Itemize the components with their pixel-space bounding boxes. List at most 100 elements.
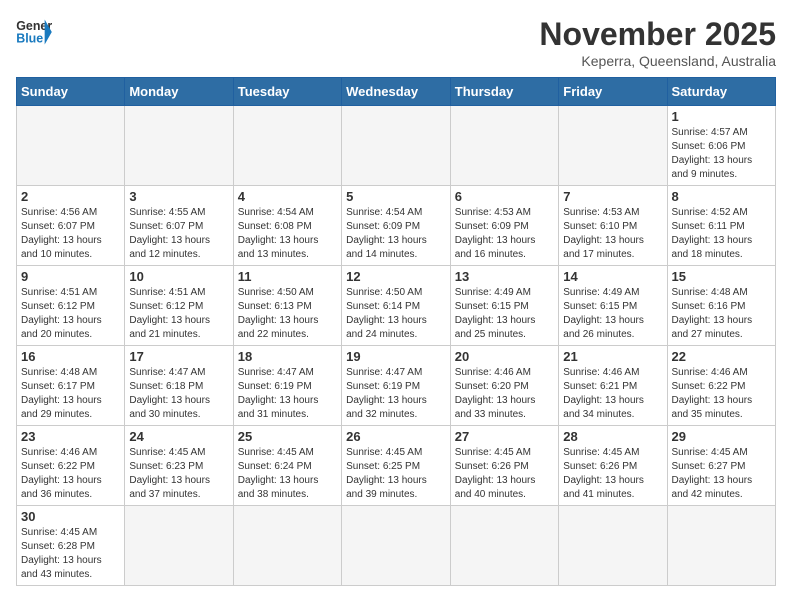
day-info: Sunrise: 4:55 AM Sunset: 6:07 PM Dayligh… (129, 206, 228, 262)
day-info: Sunrise: 4:47 AM Sunset: 6:19 PM Dayligh… (346, 366, 446, 422)
day-number: 22 (672, 349, 771, 364)
calendar-header-row: SundayMondayTuesdayWednesdayThursdayFrid… (17, 78, 776, 106)
calendar-day-cell: 5 Sunrise: 4:54 AM Sunset: 6:09 PM Daylig… (342, 186, 451, 266)
calendar-day-cell (342, 506, 451, 586)
calendar-day-cell: 3 Sunrise: 4:55 AM Sunset: 6:07 PM Daylig… (125, 186, 233, 266)
day-info: Sunrise: 4:45 AM Sunset: 6:24 PM Dayligh… (238, 446, 337, 502)
calendar: SundayMondayTuesdayWednesdayThursdayFrid… (16, 77, 776, 586)
day-info: Sunrise: 4:45 AM Sunset: 6:25 PM Dayligh… (346, 446, 446, 502)
day-info: Sunrise: 4:48 AM Sunset: 6:16 PM Dayligh… (672, 286, 771, 342)
day-info: Sunrise: 4:47 AM Sunset: 6:19 PM Dayligh… (238, 366, 337, 422)
calendar-day-cell: 28 Sunrise: 4:45 AM Sunset: 6:26 PM Dayli… (559, 426, 667, 506)
calendar-day-cell: 16Sunrise: 4:48 AM Sunset: 6:17 PM Dayli… (17, 346, 125, 426)
calendar-day-cell: 7Sunrise: 4:53 AM Sunset: 6:10 PM Daylig… (559, 186, 667, 266)
calendar-header-wednesday: Wednesday (342, 78, 451, 106)
calendar-day-cell (125, 506, 233, 586)
day-info: Sunrise: 4:52 AM Sunset: 6:11 PM Dayligh… (672, 206, 771, 262)
calendar-header-saturday: Saturday (667, 78, 775, 106)
day-info: Sunrise: 4:45 AM Sunset: 6:28 PM Dayligh… (21, 526, 120, 582)
day-number: 3 (129, 189, 228, 204)
day-info: Sunrise: 4:54 AM Sunset: 6:08 PM Dayligh… (238, 206, 337, 262)
day-info: Sunrise: 4:45 AM Sunset: 6:26 PM Dayligh… (455, 446, 554, 502)
day-info: Sunrise: 4:46 AM Sunset: 6:22 PM Dayligh… (21, 446, 120, 502)
day-info: Sunrise: 4:46 AM Sunset: 6:20 PM Dayligh… (455, 366, 554, 422)
calendar-day-cell: 30 Sunrise: 4:45 AM Sunset: 6:28 PM Dayli… (17, 506, 125, 586)
calendar-day-cell: 23 Sunrise: 4:46 AM Sunset: 6:22 PM Dayli… (17, 426, 125, 506)
calendar-day-cell: 9 Sunrise: 4:51 AM Sunset: 6:12 PM Daylig… (17, 266, 125, 346)
day-number: 28 (563, 429, 662, 444)
header: General Blue November 2025 Keperra, Quee… (16, 16, 776, 69)
calendar-day-cell (17, 106, 125, 186)
calendar-day-cell: 21Sunrise: 4:46 AM Sunset: 6:21 PM Dayli… (559, 346, 667, 426)
day-number: 11 (238, 269, 337, 284)
day-info: Sunrise: 4:45 AM Sunset: 6:23 PM Dayligh… (129, 446, 228, 502)
day-number: 21 (563, 349, 662, 364)
day-number: 1 (672, 109, 771, 124)
calendar-header-tuesday: Tuesday (233, 78, 341, 106)
day-number: 2 (21, 189, 120, 204)
day-info: Sunrise: 4:49 AM Sunset: 6:15 PM Dayligh… (455, 286, 554, 342)
day-number: 26 (346, 429, 446, 444)
calendar-week-row: 2 Sunrise: 4:56 AM Sunset: 6:07 PM Daylig… (17, 186, 776, 266)
calendar-day-cell (450, 106, 558, 186)
calendar-week-row: 9 Sunrise: 4:51 AM Sunset: 6:12 PM Daylig… (17, 266, 776, 346)
day-number: 18 (238, 349, 337, 364)
day-number: 23 (21, 429, 120, 444)
day-number: 15 (672, 269, 771, 284)
day-info: Sunrise: 4:45 AM Sunset: 6:27 PM Dayligh… (672, 446, 771, 502)
day-info: Sunrise: 4:50 AM Sunset: 6:13 PM Dayligh… (238, 286, 337, 342)
day-number: 30 (21, 509, 120, 524)
calendar-day-cell: 17 Sunrise: 4:47 AM Sunset: 6:18 PM Dayli… (125, 346, 233, 426)
day-number: 27 (455, 429, 554, 444)
day-number: 25 (238, 429, 337, 444)
calendar-day-cell: 4 Sunrise: 4:54 AM Sunset: 6:08 PM Daylig… (233, 186, 341, 266)
day-number: 24 (129, 429, 228, 444)
title-area: November 2025 Keperra, Queensland, Austr… (539, 16, 776, 69)
calendar-day-cell (233, 106, 341, 186)
month-title: November 2025 (539, 16, 776, 53)
day-number: 6 (455, 189, 554, 204)
day-number: 16 (21, 349, 120, 364)
day-number: 19 (346, 349, 446, 364)
calendar-day-cell: 13 Sunrise: 4:49 AM Sunset: 6:15 PM Dayli… (450, 266, 558, 346)
calendar-day-cell (559, 506, 667, 586)
day-info: Sunrise: 4:45 AM Sunset: 6:26 PM Dayligh… (563, 446, 662, 502)
calendar-header-sunday: Sunday (17, 78, 125, 106)
day-number: 10 (129, 269, 228, 284)
day-info: Sunrise: 4:46 AM Sunset: 6:22 PM Dayligh… (672, 366, 771, 422)
calendar-day-cell (559, 106, 667, 186)
calendar-day-cell: 22 Sunrise: 4:46 AM Sunset: 6:22 PM Dayli… (667, 346, 775, 426)
calendar-header-monday: Monday (125, 78, 233, 106)
location-title: Keperra, Queensland, Australia (539, 53, 776, 69)
calendar-day-cell: 18 Sunrise: 4:47 AM Sunset: 6:19 PM Dayli… (233, 346, 341, 426)
day-number: 12 (346, 269, 446, 284)
day-number: 9 (21, 269, 120, 284)
calendar-day-cell: 10Sunrise: 4:51 AM Sunset: 6:12 PM Dayli… (125, 266, 233, 346)
day-number: 5 (346, 189, 446, 204)
day-number: 14 (563, 269, 662, 284)
calendar-week-row: 30 Sunrise: 4:45 AM Sunset: 6:28 PM Dayli… (17, 506, 776, 586)
day-info: Sunrise: 4:56 AM Sunset: 6:07 PM Dayligh… (21, 206, 120, 262)
calendar-day-cell: 20 Sunrise: 4:46 AM Sunset: 6:20 PM Dayli… (450, 346, 558, 426)
calendar-day-cell: 2 Sunrise: 4:56 AM Sunset: 6:07 PM Daylig… (17, 186, 125, 266)
logo-icon: General Blue (16, 16, 52, 48)
day-info: Sunrise: 4:57 AM Sunset: 6:06 PM Dayligh… (672, 126, 771, 182)
calendar-day-cell: 25 Sunrise: 4:45 AM Sunset: 6:24 PM Dayli… (233, 426, 341, 506)
day-info: Sunrise: 4:49 AM Sunset: 6:15 PM Dayligh… (563, 286, 662, 342)
day-info: Sunrise: 4:51 AM Sunset: 6:12 PM Dayligh… (21, 286, 120, 342)
svg-text:Blue: Blue (16, 32, 43, 46)
day-number: 13 (455, 269, 554, 284)
calendar-day-cell (342, 106, 451, 186)
day-info: Sunrise: 4:53 AM Sunset: 6:09 PM Dayligh… (455, 206, 554, 262)
calendar-header-friday: Friday (559, 78, 667, 106)
day-info: Sunrise: 4:54 AM Sunset: 6:09 PM Dayligh… (346, 206, 446, 262)
day-info: Sunrise: 4:47 AM Sunset: 6:18 PM Dayligh… (129, 366, 228, 422)
day-number: 17 (129, 349, 228, 364)
calendar-day-cell: 1 Sunrise: 4:57 AM Sunset: 6:06 PM Daylig… (667, 106, 775, 186)
day-number: 4 (238, 189, 337, 204)
calendar-day-cell: 15 Sunrise: 4:48 AM Sunset: 6:16 PM Dayli… (667, 266, 775, 346)
day-number: 7 (563, 189, 662, 204)
day-number: 20 (455, 349, 554, 364)
calendar-day-cell: 8Sunrise: 4:52 AM Sunset: 6:11 PM Daylig… (667, 186, 775, 266)
calendar-day-cell: 11 Sunrise: 4:50 AM Sunset: 6:13 PM Dayli… (233, 266, 341, 346)
